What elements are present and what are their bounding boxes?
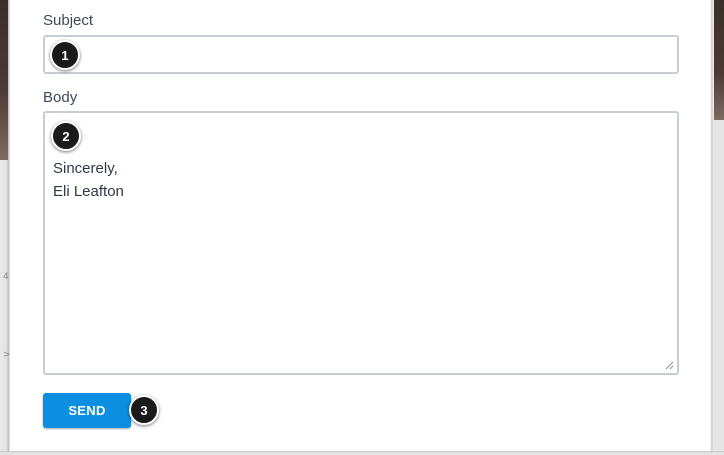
step-callout-1: 1: [50, 40, 80, 70]
step-callout-3: 3: [129, 395, 159, 425]
scrollbar-track[interactable]: [710, 0, 724, 455]
body-label: Body: [43, 89, 78, 106]
dialog-bottom-edge: [0, 451, 724, 455]
send-button[interactable]: SEND: [43, 393, 131, 428]
background-image-strip: [714, 0, 724, 120]
body-line: Eli Leafton: [53, 183, 124, 200]
subject-label: Subject: [43, 12, 94, 29]
edge-mark: 4: [3, 272, 9, 282]
subject-input[interactable]: [43, 35, 679, 74]
body-line: Sincerely,: [53, 160, 118, 177]
background-image-strip: [0, 0, 8, 160]
body-text: Sincerely, Eli Leafton: [53, 157, 124, 203]
compose-message-screen: 4 > Subject Body Sincerely, Eli Leafton …: [0, 0, 724, 455]
resize-grip-icon[interactable]: [665, 361, 674, 370]
edge-mark: >: [3, 350, 11, 360]
body-textarea[interactable]: [43, 111, 679, 375]
background-window-left-edge: 4 >: [0, 0, 11, 455]
step-callout-2: 2: [51, 121, 81, 151]
